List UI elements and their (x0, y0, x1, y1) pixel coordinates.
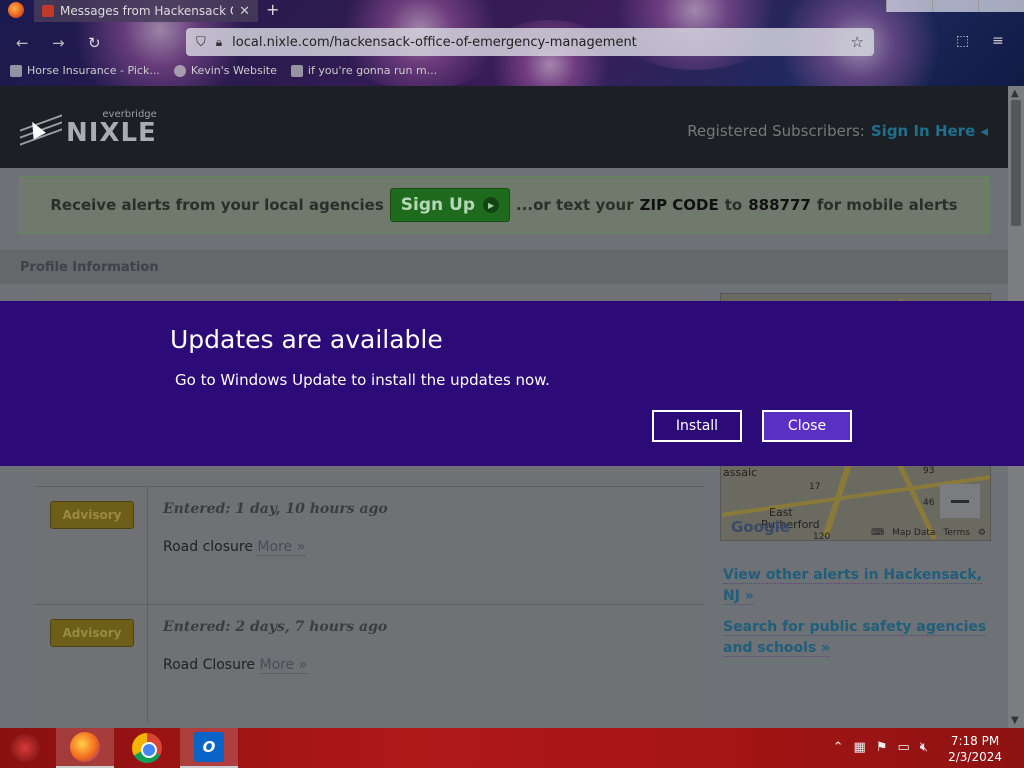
alert-entered-time: Entered: 1 day, 10 hours ago (163, 501, 388, 517)
nixle-favicon-icon (42, 5, 54, 17)
sign-up-button[interactable]: Sign Up ▶ (389, 188, 511, 222)
lock-icon[interactable]: 🔒︎ (216, 35, 222, 50)
scrollbar-thumb[interactable] (1011, 100, 1021, 226)
bookmarks-bar: Horse Insurance - Pick... Kevin's Websit… (10, 64, 437, 77)
globe-icon (173, 64, 186, 77)
minus-icon (951, 499, 969, 503)
close-window-button[interactable] (978, 0, 1024, 12)
text-before-zip: ...or text your (516, 196, 634, 214)
zip-code-label: ZIP CODE (639, 196, 719, 214)
advisory-badge: Advisory (50, 501, 134, 529)
address-bar[interactable]: ⛉ 🔒︎ local.nixle.com/hackensack-office-o… (186, 28, 874, 56)
back-arrow-icon[interactable]: ← (16, 34, 29, 52)
system-tray: ⌃ ▦ ⚑ ▭ 🔇︎ (833, 740, 928, 755)
tab-title: Messages from Hackensack Off (60, 4, 234, 18)
extensions-icon[interactable]: ⬚ (956, 33, 969, 49)
alert-entered-time: Entered: 2 days, 7 hours ago (163, 619, 388, 635)
scroll-up-icon[interactable]: ▲ (1011, 88, 1019, 99)
mobile-alerts-text: for mobile alerts (816, 196, 958, 214)
sign-in-link[interactable]: Sign In Here ◂ (871, 122, 988, 140)
clock-time: 7:18 PM (950, 734, 1000, 748)
windows-taskbar: O ⌃ ▦ ⚑ ▭ 🔇︎ 7:18 PM 2/3/2024 (0, 728, 1024, 768)
maximize-button[interactable] (932, 0, 978, 12)
update-message: Go to Windows Update to install the upda… (175, 371, 550, 389)
keyboard-icon[interactable]: ⌨ (871, 528, 884, 538)
minimize-button[interactable] (886, 0, 932, 12)
more-link[interactable]: More » (259, 657, 308, 674)
bookmark-item[interactable]: if you're gonna run m... (290, 64, 437, 77)
registered-subscribers: Registered Subscribers: Sign In Here ◂ (687, 122, 988, 140)
taskbar-firefox[interactable] (56, 728, 114, 768)
map-route-label: 46 (923, 498, 935, 508)
gear-icon[interactable]: ⚙ (978, 528, 986, 538)
taskbar-chrome[interactable] (118, 728, 176, 768)
outlook-icon: O (194, 732, 224, 762)
network-icon[interactable]: ▦ (854, 740, 866, 755)
tab-close-icon[interactable]: ✕ (239, 4, 250, 19)
sms-number: 888777 (748, 196, 811, 214)
bookmark-page-icon (10, 64, 22, 77)
volume-muted-icon[interactable]: 🔇︎ (920, 740, 928, 755)
update-title: Updates are available (170, 325, 443, 354)
view-other-alerts-link[interactable]: View other alerts in Hackensack, NJ » (723, 567, 982, 605)
signup-banner: Receive alerts from your local agencies … (19, 176, 989, 234)
bookmark-star-icon[interactable]: ☆ (851, 33, 864, 51)
signup-lead-text: Receive alerts from your local agencies (50, 196, 384, 214)
map-route-label: 17 (809, 482, 821, 492)
chrome-icon (132, 733, 162, 763)
display-icon[interactable]: ▭ (898, 740, 910, 755)
browser-chrome: Messages from Hackensack Off ✕ + ← → ↻ ⛉… (0, 0, 1024, 86)
to-label: to (724, 196, 743, 214)
profile-title: Profile Information (20, 260, 159, 275)
terms-link[interactable]: Terms (943, 528, 970, 538)
window-controls (886, 0, 1024, 12)
site-header: everbridge NIXLE Registered Subscribers:… (0, 86, 1008, 168)
firefox-icon (8, 2, 24, 18)
registered-label: Registered Subscribers: (687, 122, 865, 140)
alert-text: Road Closure More » (163, 657, 308, 674)
bookmark-item[interactable]: Horse Insurance - Pick... (10, 64, 160, 77)
system-clock[interactable]: 7:18 PM 2/3/2024 (948, 733, 1002, 765)
sidebar-links: View other alerts in Hackensack, NJ » Se… (723, 565, 1001, 669)
start-button[interactable] (10, 734, 40, 762)
alert-text: Road closure More » (163, 539, 306, 556)
map-label: assaic (723, 466, 758, 479)
google-logo: Google (731, 518, 790, 536)
map-route-label: 120 (813, 532, 831, 541)
alert-row: Advisory Entered: 2 days, 7 hours ago Ro… (35, 604, 705, 723)
forward-arrow-icon[interactable]: → (52, 34, 65, 52)
map-route-label: 93 (923, 466, 935, 476)
tab-nixle-messages[interactable]: Messages from Hackensack Off ✕ (34, 0, 258, 22)
map-attribution: ⌨ Map Data Terms ⚙ (871, 528, 986, 538)
flag-icon[interactable]: ⚑ (876, 740, 888, 755)
bookmark-page-icon (290, 64, 303, 77)
close-button[interactable]: Close (762, 410, 852, 442)
url-text[interactable]: local.nixle.com/hackensack-office-of-eme… (232, 35, 840, 50)
menu-icon[interactable]: ≡ (992, 33, 1004, 49)
new-tab-button[interactable]: + (266, 0, 279, 19)
search-agencies-link[interactable]: Search for public safety agencies and sc… (723, 619, 987, 657)
taskbar-outlook[interactable]: O (180, 728, 238, 768)
clock-date: 2/3/2024 (948, 750, 1002, 764)
map-data-link[interactable]: Map Data (892, 528, 935, 538)
scroll-down-icon[interactable]: ▼ (1011, 715, 1019, 726)
windows-update-banner: Updates are available Go to Windows Upda… (0, 301, 1024, 466)
profile-information-bar: Profile Information (0, 250, 1008, 284)
advisory-badge: Advisory (50, 619, 134, 647)
bookmark-item[interactable]: Kevin's Website (173, 64, 277, 77)
firefox-icon (70, 732, 100, 762)
chevron-up-icon[interactable]: ⌃ (833, 740, 844, 755)
more-link[interactable]: More » (257, 539, 306, 556)
alert-row: Advisory Entered: 1 day, 10 hours ago Ro… (35, 486, 705, 605)
shield-icon[interactable]: ⛉ (196, 35, 206, 50)
reload-icon[interactable]: ↻ (88, 34, 101, 52)
zoom-out-button[interactable] (940, 484, 980, 518)
install-button[interactable]: Install (652, 410, 742, 442)
play-arrow-icon: ▶ (483, 197, 500, 213)
logo-brand-big: NIXLE (66, 118, 157, 148)
